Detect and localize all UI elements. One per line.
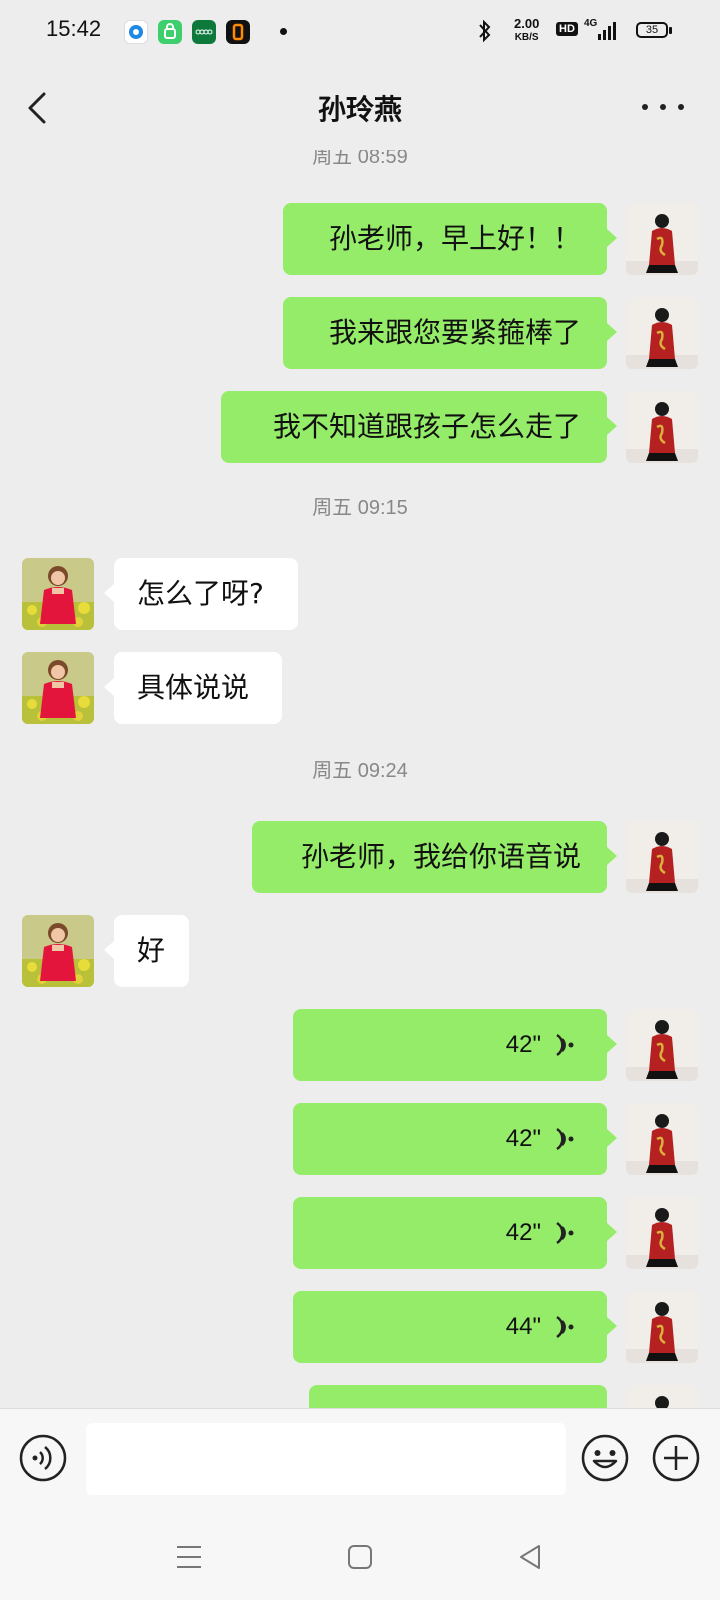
voice-duration: 44"	[505, 1313, 541, 1340]
shop-app-icon	[158, 20, 182, 44]
message-bubble-received[interactable]: 具体说说	[104, 652, 282, 724]
network-speed: 2.00 KB/S	[514, 16, 540, 44]
chat-title: 孙玲燕	[317, 93, 402, 126]
my-avatar[interactable]	[626, 203, 698, 275]
game-app-icon	[226, 20, 250, 44]
message-bubble-sent[interactable]: 我来跟您要紧箍棒了	[283, 297, 617, 369]
message-bubble-sent[interactable]: 孙老师，早上好！！	[283, 203, 617, 275]
battery-level: 35	[645, 24, 659, 36]
voice-message[interactable]	[309, 1385, 607, 1408]
bluetooth-icon	[476, 18, 494, 49]
voice-message[interactable]: 42"	[293, 1103, 617, 1175]
net-speed-unit: KB/S	[514, 32, 539, 43]
voice-wave-icon	[556, 1033, 574, 1057]
message-bubble-sent[interactable]: 孙老师，我给你语音说	[252, 821, 617, 893]
my-avatar[interactable]	[626, 391, 698, 463]
input-bar	[0, 1408, 720, 1513]
back-nav-button[interactable]	[513, 1540, 547, 1574]
my-avatar[interactable]	[626, 1385, 698, 1408]
contact-avatar[interactable]	[22, 915, 94, 987]
voice-mode-icon	[19, 1434, 67, 1482]
home-button[interactable]	[343, 1540, 377, 1574]
net-speed-value: 2.00	[514, 16, 540, 31]
message-bubble-received[interactable]: 怎么了呀?	[104, 558, 298, 630]
voice-wave-icon	[556, 1221, 574, 1245]
voice-message[interactable]: 44"	[293, 1291, 617, 1363]
emoji-icon	[581, 1434, 629, 1482]
timestamp: 周五 09:24	[312, 760, 408, 782]
my-avatar[interactable]	[626, 1291, 698, 1363]
message-bubble-received[interactable]: 好	[104, 915, 189, 987]
voice-message[interactable]: 42"	[293, 1197, 617, 1269]
voice-duration: 42"	[505, 1031, 541, 1058]
voice-mode-button[interactable]	[18, 1433, 68, 1483]
my-avatar[interactable]	[626, 1009, 698, 1081]
menu-button[interactable]	[172, 1540, 206, 1574]
contact-avatar[interactable]	[22, 652, 94, 724]
timestamp: 周五 08:59	[312, 150, 408, 168]
browser-app-icon	[124, 20, 148, 44]
battery-icon: 35	[636, 22, 672, 38]
voice-wave-icon	[556, 1127, 574, 1151]
voice-message[interactable]: 42"	[293, 1009, 617, 1081]
hd-badge: HD	[556, 22, 578, 36]
voice-duration: 42"	[505, 1125, 541, 1152]
voice-wave-icon	[556, 1315, 574, 1339]
home-icon	[348, 1545, 372, 1569]
my-avatar[interactable]	[626, 297, 698, 369]
menu-icon	[177, 1546, 201, 1568]
message-input[interactable]	[86, 1423, 566, 1495]
plus-icon	[652, 1434, 700, 1482]
my-avatar[interactable]	[626, 821, 698, 893]
timestamp: 周五 09:15	[312, 497, 408, 519]
contact-avatar[interactable]	[22, 558, 94, 630]
emoji-button[interactable]	[580, 1433, 630, 1483]
status-time: 15:42	[46, 16, 102, 41]
more-button[interactable]	[640, 92, 690, 122]
back-triangle-icon	[520, 1545, 540, 1569]
system-nav-bar	[0, 1512, 720, 1600]
my-avatar[interactable]	[626, 1103, 698, 1175]
oppo-app-icon	[192, 20, 216, 44]
plus-button[interactable]	[651, 1433, 701, 1483]
chat-area[interactable]: 周五 08:59 孙老师，早上好！！ 我来跟您要紧箍棒了 我不知道跟孩子怎么走了…	[0, 150, 720, 1408]
voice-duration: 42"	[505, 1219, 541, 1246]
status-bar: 15:42 2.00 KB/S HD 4G 35	[0, 0, 720, 64]
message-bubble-sent[interactable]: 我不知道跟孩子怎么走了	[221, 391, 617, 463]
notification-dot	[280, 28, 287, 35]
my-avatar[interactable]	[626, 1197, 698, 1269]
